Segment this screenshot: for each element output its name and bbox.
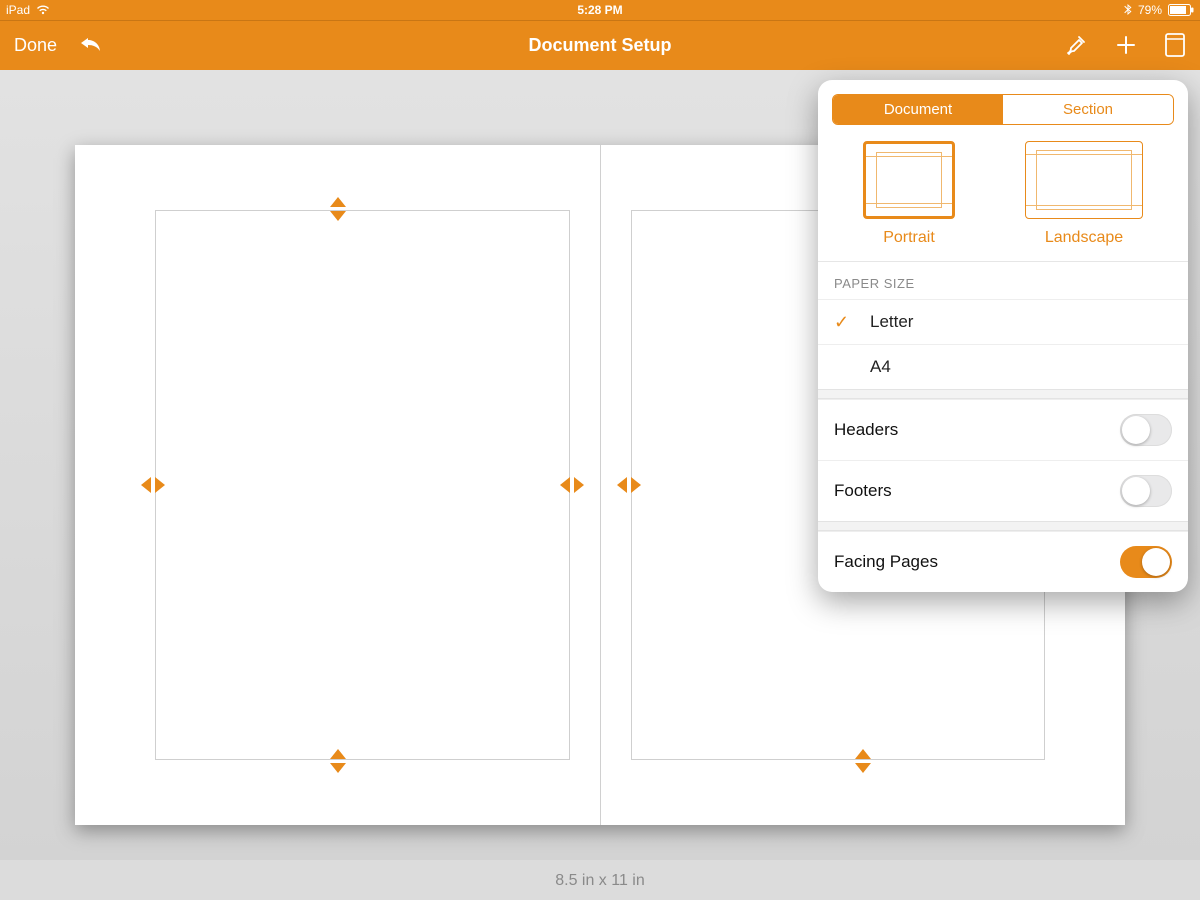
battery-percent: 79%	[1138, 3, 1162, 17]
page-dimensions-label: 8.5 in x 11 in	[0, 872, 1200, 890]
margin-handle-left[interactable]	[617, 477, 641, 493]
battery-icon	[1168, 4, 1194, 16]
nav-left: Done	[14, 35, 105, 56]
orientation-portrait[interactable]: Portrait	[863, 141, 955, 247]
document-options-popover: Document Section Portrait Landscape PAPE…	[818, 80, 1188, 592]
paper-size-option-letter[interactable]: ✓ Letter	[818, 299, 1188, 344]
toggle-row-footers: Footers	[818, 460, 1188, 521]
page-left[interactable]	[75, 145, 600, 825]
toggle-label: Footers	[834, 481, 892, 501]
paper-size-label: Letter	[870, 312, 913, 332]
popover-tabs: Document Section	[832, 94, 1174, 125]
nav-right	[1064, 32, 1186, 58]
device-label: iPad	[6, 3, 30, 17]
nav-bar: Done Document Setup	[0, 20, 1200, 70]
add-button[interactable]	[1114, 33, 1138, 57]
margin-handle-bottom[interactable]	[855, 749, 871, 773]
page-title: Document Setup	[528, 35, 671, 56]
format-brush-button[interactable]	[1064, 33, 1088, 57]
margin-handle-right[interactable]	[560, 477, 584, 493]
toggle-label: Facing Pages	[834, 552, 938, 572]
footers-toggle[interactable]	[1120, 475, 1172, 507]
status-right: 79%	[1124, 3, 1194, 17]
toggle-row-facing-pages: Facing Pages	[818, 531, 1188, 592]
status-time: 5:28 PM	[577, 3, 622, 17]
paper-size-header: PAPER SIZE	[818, 261, 1188, 299]
undo-button[interactable]	[79, 35, 105, 55]
toggle-row-headers: Headers	[818, 399, 1188, 460]
paper-size-option-a4[interactable]: A4	[818, 344, 1188, 389]
orientation-landscape[interactable]: Landscape	[1025, 141, 1143, 247]
orientation-row: Portrait Landscape	[818, 135, 1188, 261]
margin-guides	[155, 210, 570, 760]
wifi-icon	[36, 5, 50, 15]
paper-size-label: A4	[870, 357, 891, 377]
done-button[interactable]: Done	[14, 35, 57, 56]
check-icon: ✓	[834, 312, 849, 333]
status-left: iPad	[6, 3, 50, 17]
margin-handle-top[interactable]	[330, 197, 346, 221]
orientation-portrait-label: Portrait	[863, 229, 955, 247]
facing-pages-toggle[interactable]	[1120, 546, 1172, 578]
ios-status-bar: iPad 5:28 PM 79%	[0, 0, 1200, 20]
margin-handle-left[interactable]	[141, 477, 165, 493]
tab-section[interactable]: Section	[1003, 95, 1173, 124]
tab-document[interactable]: Document	[833, 95, 1003, 124]
document-options-button[interactable]	[1164, 32, 1186, 58]
orientation-landscape-label: Landscape	[1025, 229, 1143, 247]
headers-toggle[interactable]	[1120, 414, 1172, 446]
bluetooth-icon	[1124, 4, 1132, 16]
toggle-label: Headers	[834, 420, 898, 440]
margin-handle-bottom[interactable]	[330, 749, 346, 773]
